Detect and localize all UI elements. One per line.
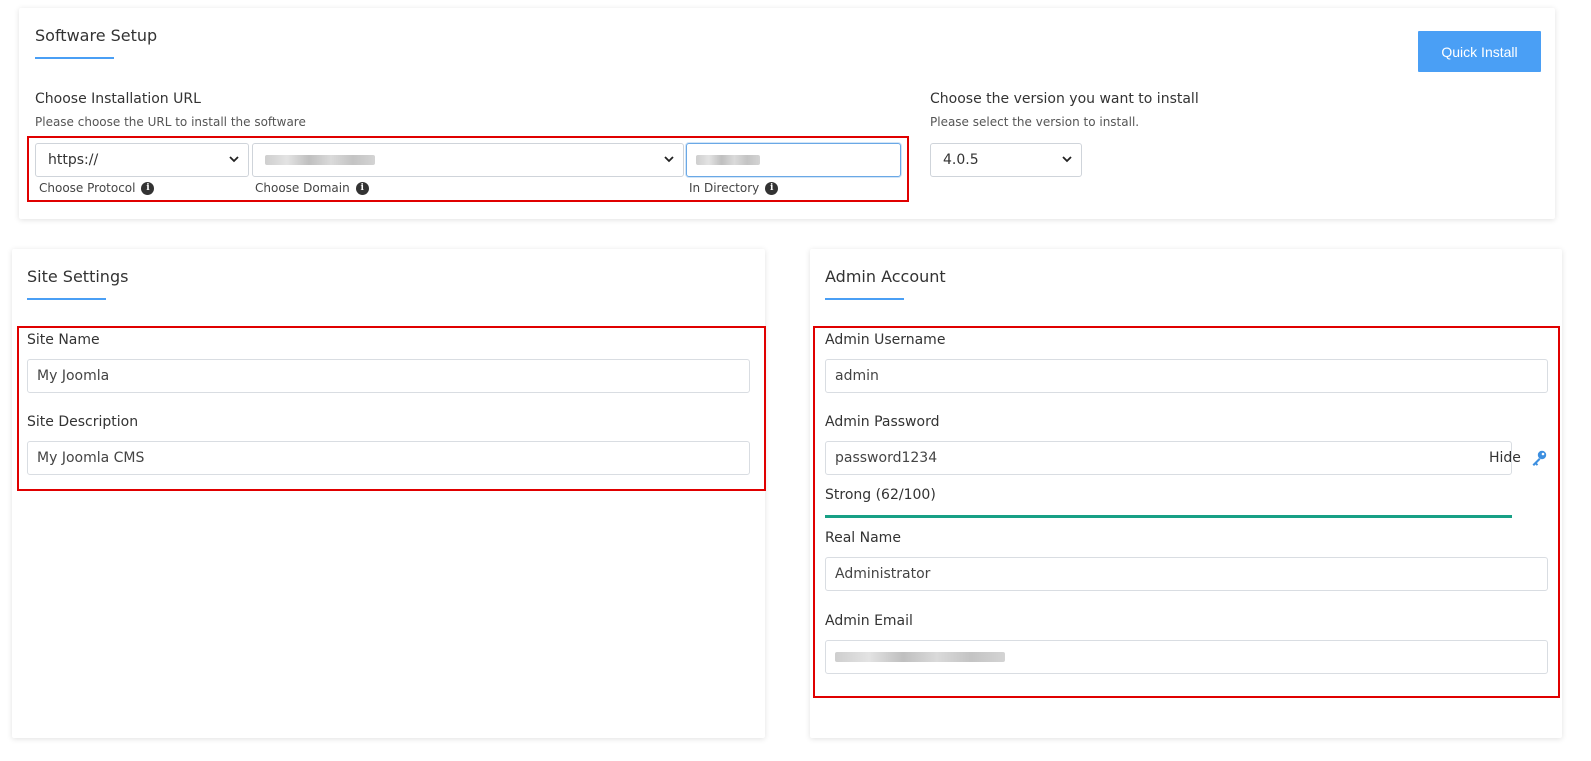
chevron-down-icon (1062, 156, 1072, 163)
site-name-label: Site Name (27, 332, 100, 348)
real-name-input[interactable]: Administrator (825, 557, 1548, 591)
site-settings-card (12, 249, 765, 738)
directory-input[interactable] (686, 143, 901, 177)
directory-hint: In Directory i (689, 181, 779, 195)
directory-hint-label: In Directory (689, 181, 760, 195)
protocol-select[interactable]: https:// (35, 143, 249, 177)
domain-select[interactable] (252, 143, 684, 177)
quick-install-button[interactable]: Quick Install (1418, 31, 1541, 72)
version-select[interactable]: 4.0.5 (930, 143, 1082, 177)
hide-password-toggle[interactable]: Hide (1489, 450, 1521, 466)
version-select-value: 4.0.5 (943, 152, 979, 168)
chevron-down-icon (229, 156, 239, 163)
key-icon[interactable] (1530, 449, 1548, 467)
admin-email-input[interactable] (825, 640, 1548, 674)
install-url-heading: Choose Installation URL (35, 91, 201, 107)
info-icon[interactable]: i (765, 181, 779, 195)
admin-username-input[interactable]: admin (825, 359, 1548, 393)
domain-select-value-redacted (265, 155, 375, 165)
admin-username-label: Admin Username (825, 332, 946, 348)
admin-account-title: Admin Account (825, 267, 946, 286)
real-name-label: Real Name (825, 530, 901, 546)
domain-hint-label: Choose Domain (255, 181, 350, 195)
admin-email-label: Admin Email (825, 613, 913, 629)
chevron-down-icon (664, 156, 674, 163)
domain-hint: Choose Domain i (255, 181, 369, 195)
password-strength-text: Strong (62/100) (825, 487, 936, 503)
site-settings-title: Site Settings (27, 267, 129, 286)
protocol-hint: Choose Protocol i (39, 181, 155, 195)
version-heading: Choose the version you want to install (930, 91, 1199, 107)
directory-input-value-redacted (696, 155, 760, 165)
version-subheading: Please select the version to install. (930, 115, 1140, 129)
site-name-input[interactable]: My Joomla (27, 359, 750, 393)
admin-password-input[interactable]: password1234 (825, 441, 1512, 475)
site-description-label: Site Description (27, 414, 139, 430)
admin-password-label: Admin Password (825, 414, 940, 430)
password-strength-bar (825, 515, 1512, 518)
info-icon[interactable]: i (355, 181, 369, 195)
protocol-hint-label: Choose Protocol (39, 181, 136, 195)
info-icon[interactable]: i (141, 181, 155, 195)
site-settings-title-underline (27, 298, 106, 300)
install-url-subheading: Please choose the URL to install the sof… (35, 115, 306, 129)
protocol-select-value: https:// (48, 152, 99, 168)
admin-email-value-redacted (835, 652, 1005, 662)
software-setup-title: Software Setup (35, 26, 158, 45)
admin-account-title-underline (825, 298, 904, 300)
software-setup-title-underline (35, 57, 114, 59)
site-description-input[interactable]: My Joomla CMS (27, 441, 750, 475)
